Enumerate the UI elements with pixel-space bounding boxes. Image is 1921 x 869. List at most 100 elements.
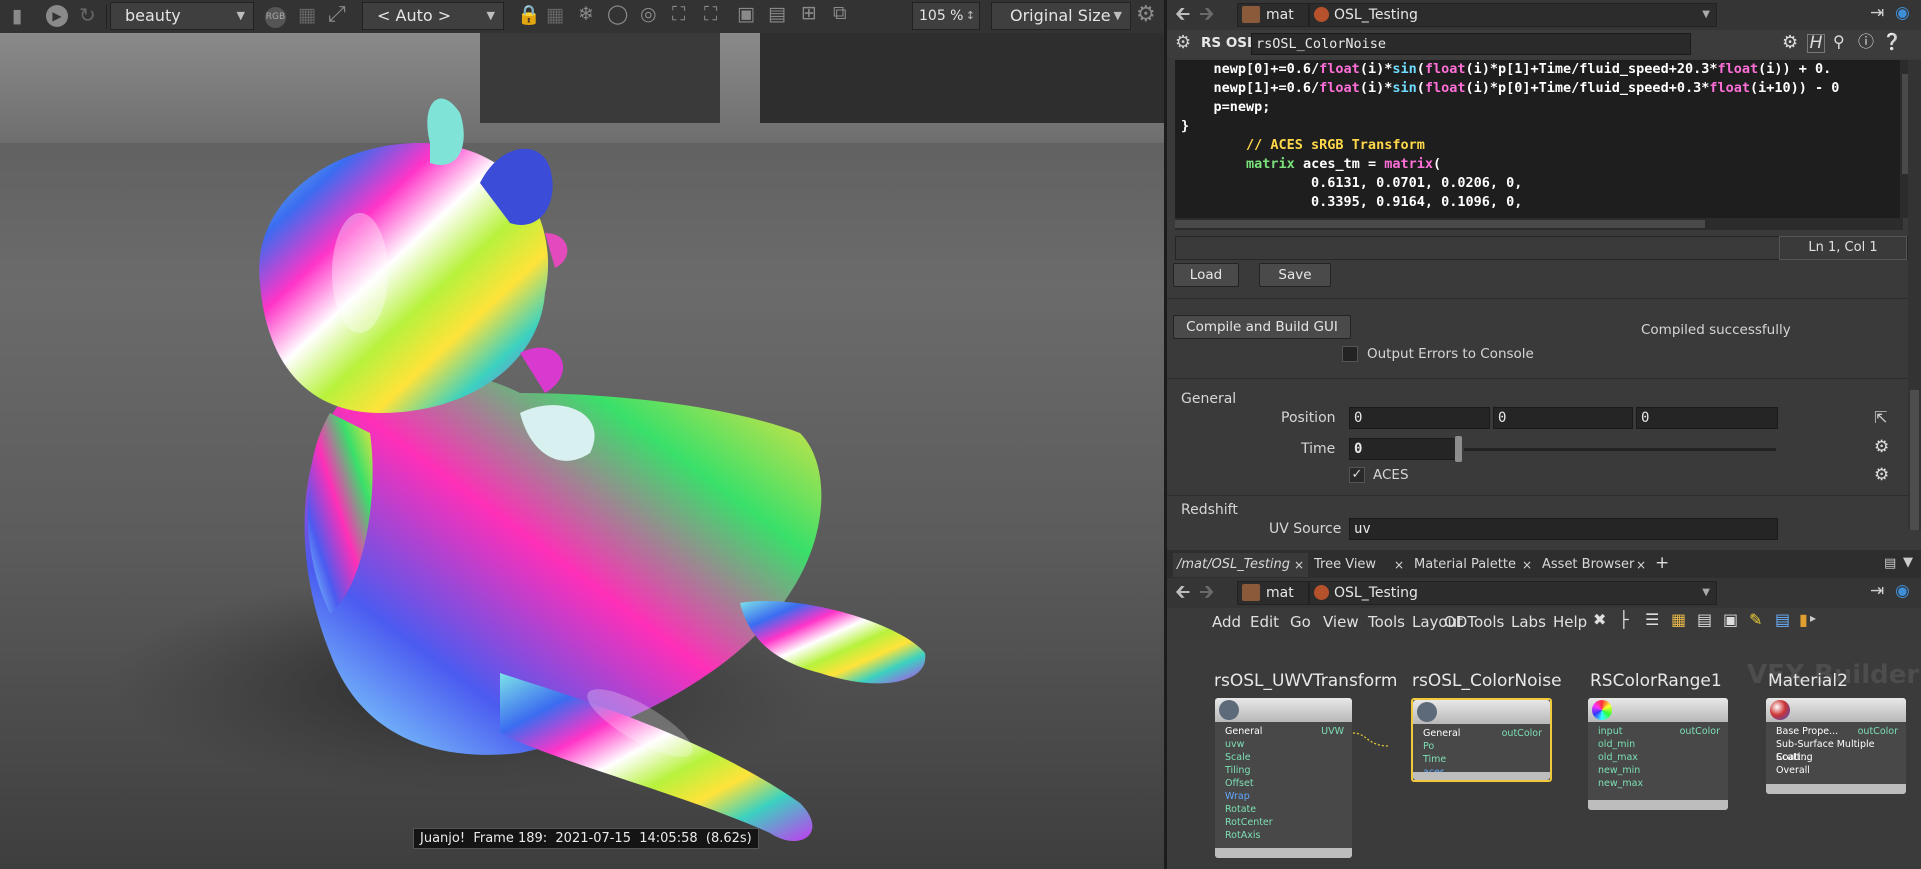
save-button[interactable]: Save bbox=[1259, 263, 1331, 287]
param-scrollbar[interactable] bbox=[1908, 60, 1921, 530]
network-path-root[interactable]: mat bbox=[1237, 581, 1309, 605]
tab-network-path[interactable]: /mat/OSL_Testing × bbox=[1173, 553, 1308, 577]
node-name-field[interactable]: rsOSL_ColorNoise bbox=[1251, 33, 1691, 55]
osl-code-editor[interactable]: newp[0]+=0.6/float(i)*sin(float(i)*p[1]+… bbox=[1175, 60, 1900, 218]
gear-icon[interactable]: ⚙ bbox=[1874, 439, 1889, 456]
aov-icon[interactable]: RGB bbox=[265, 7, 286, 28]
tiles-icon[interactable]: ▦ bbox=[546, 6, 564, 25]
tab-material-palette[interactable]: Material Palette × bbox=[1410, 553, 1536, 577]
sticky-note-icon[interactable]: ✎ bbox=[1749, 612, 1762, 628]
snapshot-add-icon[interactable]: ⊞ bbox=[801, 4, 817, 23]
list-icon[interactable]: ☰ bbox=[1645, 612, 1659, 628]
network-canvas[interactable]: VEX Builder rsOSL_UWVTransform General u… bbox=[1167, 638, 1921, 869]
node-material[interactable]: Base Prope... Sub-Surface Multiple Scatt… bbox=[1766, 698, 1906, 794]
close-icon[interactable]: × bbox=[1636, 553, 1646, 577]
trash-icon[interactable]: ▮ bbox=[1799, 612, 1808, 628]
path-root[interactable]: mat bbox=[1237, 3, 1309, 27]
fit-icon[interactable]: ⛶ bbox=[704, 5, 717, 24]
menu-add[interactable]: Add bbox=[1212, 613, 1241, 631]
menu-tools[interactable]: Tools bbox=[1368, 613, 1405, 631]
position-y-field[interactable]: 0 bbox=[1493, 407, 1633, 429]
grid-icon[interactable]: ▦ bbox=[298, 6, 316, 25]
clapper-icon[interactable]: ▮ bbox=[12, 7, 22, 26]
forward-arrow-icon[interactable]: 🡲 bbox=[1199, 583, 1214, 602]
menu-view[interactable]: View bbox=[1323, 613, 1359, 631]
pin-icon[interactable]: ⇥ bbox=[1870, 5, 1884, 22]
code-horizontal-scrollbar[interactable] bbox=[1175, 218, 1903, 230]
time-slider-handle[interactable] bbox=[1455, 436, 1462, 462]
output-errors-checkbox[interactable] bbox=[1342, 346, 1358, 362]
play-icon[interactable]: ▶ bbox=[46, 5, 68, 27]
link-icon[interactable]: ◉ bbox=[1895, 583, 1910, 600]
zoom-field[interactable]: 105 % ↕ bbox=[912, 2, 980, 30]
focus-icon[interactable]: ⛶ bbox=[672, 5, 685, 24]
tools-icon[interactable]: ✖ bbox=[1593, 612, 1606, 628]
node-color-noise[interactable]: General Po Time aces outColor bbox=[1411, 698, 1552, 782]
back-arrow-icon[interactable]: 🡰 bbox=[1175, 5, 1190, 24]
node-uvw-transform[interactable]: General uvw Scale Tiling Offset Wrap Rot… bbox=[1215, 698, 1352, 858]
details-icon[interactable]: ▤ bbox=[1697, 612, 1712, 628]
layout-icon[interactable]: ▣ bbox=[1723, 612, 1738, 628]
tab-tree-view[interactable]: Tree View × bbox=[1310, 553, 1408, 577]
close-icon[interactable]: × bbox=[1394, 553, 1404, 577]
grid-view-icon[interactable]: ▦ bbox=[1671, 612, 1686, 628]
menu-go[interactable]: Go bbox=[1290, 613, 1311, 631]
menu-edit[interactable]: Edit bbox=[1250, 613, 1279, 631]
crop-icon[interactable]: ⤢ bbox=[328, 4, 346, 26]
back-arrow-icon[interactable]: 🡰 bbox=[1175, 583, 1190, 602]
gear-icon[interactable]: ⚙ bbox=[1874, 467, 1889, 484]
aov-dropdown[interactable]: beauty ▼ bbox=[110, 2, 254, 30]
time-slider-track[interactable] bbox=[1464, 448, 1776, 451]
add-tab-icon[interactable]: + bbox=[1655, 555, 1669, 572]
size-mode-value: Original Size bbox=[1010, 6, 1111, 25]
position-z-field[interactable]: 0 bbox=[1636, 407, 1778, 429]
output-label: outColor bbox=[1857, 726, 1898, 737]
uv-source-field[interactable]: uv bbox=[1349, 518, 1778, 540]
pick-position-icon[interactable]: ⇱ bbox=[1874, 410, 1887, 426]
aces-checkbox[interactable]: ✓ bbox=[1349, 467, 1365, 483]
chevron-down-icon: ▼ bbox=[1702, 587, 1710, 598]
size-mode-dropdown[interactable]: Original Size ▼ bbox=[991, 2, 1131, 30]
render-viewport[interactable]: Juanjo! Frame 189: 2021-07-15 14:05:58 (… bbox=[0, 33, 1164, 869]
compile-button[interactable]: Compile and Build GUI bbox=[1173, 315, 1351, 339]
gear-icon[interactable]: ⚙ bbox=[1782, 34, 1798, 52]
copy-icon[interactable]: ⧉ bbox=[833, 4, 847, 23]
tab-label: Material Palette bbox=[1414, 557, 1516, 572]
chevron-right-icon[interactable]: ▸ bbox=[1810, 612, 1816, 624]
forward-arrow-icon[interactable]: 🡲 bbox=[1199, 5, 1214, 24]
position-x-field[interactable]: 0 bbox=[1349, 407, 1490, 429]
menu-layout[interactable]: Layout bbox=[1412, 613, 1463, 631]
stepper-icon[interactable]: ↕ bbox=[966, 3, 975, 29]
close-icon[interactable]: × bbox=[1522, 553, 1532, 577]
image-icon[interactable]: ▤ bbox=[1775, 612, 1790, 628]
menu-labs[interactable]: Labs bbox=[1511, 613, 1546, 631]
close-icon[interactable]: × bbox=[1294, 553, 1304, 577]
link-icon[interactable]: ◉ bbox=[1895, 5, 1910, 22]
help-hint-icon[interactable]: H bbox=[1807, 34, 1825, 53]
network-path-node[interactable]: OSL_Testing ▼ bbox=[1309, 581, 1717, 605]
snowflake-icon[interactable]: ❄ bbox=[578, 5, 594, 24]
menu-help[interactable]: Help bbox=[1553, 613, 1587, 631]
search-icon[interactable]: ⚲ bbox=[1833, 34, 1845, 50]
time-field[interactable]: 0 bbox=[1349, 438, 1457, 460]
render-image bbox=[0, 33, 1164, 842]
info-icon[interactable]: ⓘ bbox=[1858, 34, 1874, 50]
gear-icon[interactable]: ⚙ bbox=[1136, 4, 1156, 26]
refresh-icon[interactable]: ↻ bbox=[79, 5, 96, 25]
target-icon[interactable]: ◎ bbox=[640, 5, 657, 24]
camera-dropdown[interactable]: < Auto > ▼ bbox=[362, 2, 504, 30]
chevron-down-icon[interactable]: ▼ bbox=[1903, 556, 1913, 569]
tab-label: /mat/OSL_Testing bbox=[1177, 557, 1291, 572]
help-icon[interactable]: ❔ bbox=[1882, 34, 1902, 50]
path-node[interactable]: OSL_Testing ▼ bbox=[1309, 3, 1717, 27]
pin-icon[interactable]: ⇥ bbox=[1870, 583, 1884, 600]
pane-menu-icon[interactable]: ▤ bbox=[1884, 557, 1896, 570]
image-icon[interactable]: ▤ bbox=[768, 5, 786, 24]
tree-icon[interactable]: ├ bbox=[1619, 612, 1629, 628]
lock-icon[interactable]: 🔒 bbox=[517, 6, 541, 25]
tab-asset-browser[interactable]: Asset Browser × bbox=[1538, 553, 1650, 577]
circle-icon[interactable]: ◯ bbox=[607, 5, 628, 24]
resize-icon[interactable]: ▣ bbox=[737, 5, 755, 24]
load-button[interactable]: Load bbox=[1173, 263, 1239, 287]
node-color-range[interactable]: input old_min old_max new_min new_max ou… bbox=[1588, 698, 1728, 810]
